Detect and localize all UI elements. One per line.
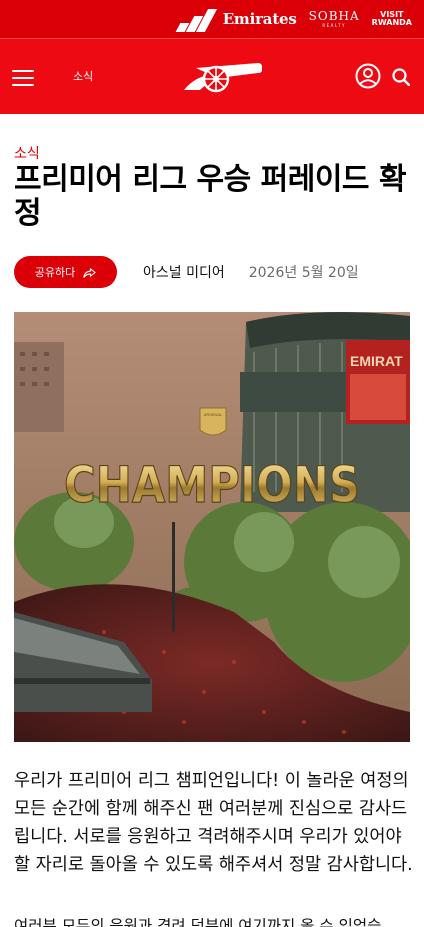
article-paragraph-2: 여러분 모두의 응원과 격려 덕분에 여기까지 올 수 있었습 <box>14 917 382 927</box>
emirates-logo[interactable]: Emirates <box>223 10 297 28</box>
sobha-logo-text: SOBHA <box>308 9 360 23</box>
article-author[interactable]: 아스널 미디어 <box>143 262 225 282</box>
share-arrow-icon <box>83 267 96 278</box>
share-button-label: 공유하다 <box>34 266 76 279</box>
article-category[interactable]: 소식 <box>14 143 40 163</box>
article-paragraph-1: 우리가 프리미어 리그 챔피언입니다! 이 놀라운 여정의 모든 순간에 함께 … <box>14 771 413 875</box>
search-icon[interactable] <box>392 68 410 86</box>
stadium-sign-text: EMIRAT <box>350 353 403 369</box>
nav-link-news[interactable]: 소식 <box>73 68 93 84</box>
adidas-logo-icon[interactable] <box>175 6 217 32</box>
hero-champions-headline: CHAMPIONS <box>64 456 360 514</box>
hero-image: EMIRAT ARSENAL CHAMPIONS <box>14 312 410 742</box>
sponsor-bar: Emirates SOBHA REALTY VISIT RWANDA <box>0 0 424 38</box>
hero-badge-text: ARSENAL <box>204 412 223 417</box>
visit-rwanda-line2: RWANDA <box>371 18 412 27</box>
main-navbar: 소식 <box>0 38 424 114</box>
arsenal-cannon-crest-icon[interactable] <box>178 60 264 94</box>
sponsor-logos: Emirates SOBHA REALTY VISIT RWANDA <box>175 4 412 34</box>
user-account-icon[interactable] <box>355 63 381 89</box>
article-date: 2026년 5월 20일 <box>248 265 359 281</box>
hamburger-menu-icon[interactable] <box>12 70 34 86</box>
sobha-logo[interactable]: SOBHA REALTY <box>309 10 360 28</box>
share-button[interactable]: 공유하다 <box>14 256 117 288</box>
sobha-logo-subtext: REALTY <box>322 23 346 28</box>
visit-rwanda-logo[interactable]: VISIT RWANDA <box>372 11 412 27</box>
article-meta: 공유하다 아스널 미디어 2026년 5월 20일 <box>14 256 410 288</box>
article-title: 프리미어 리그 우승 퍼레이드 확정 <box>14 162 407 231</box>
